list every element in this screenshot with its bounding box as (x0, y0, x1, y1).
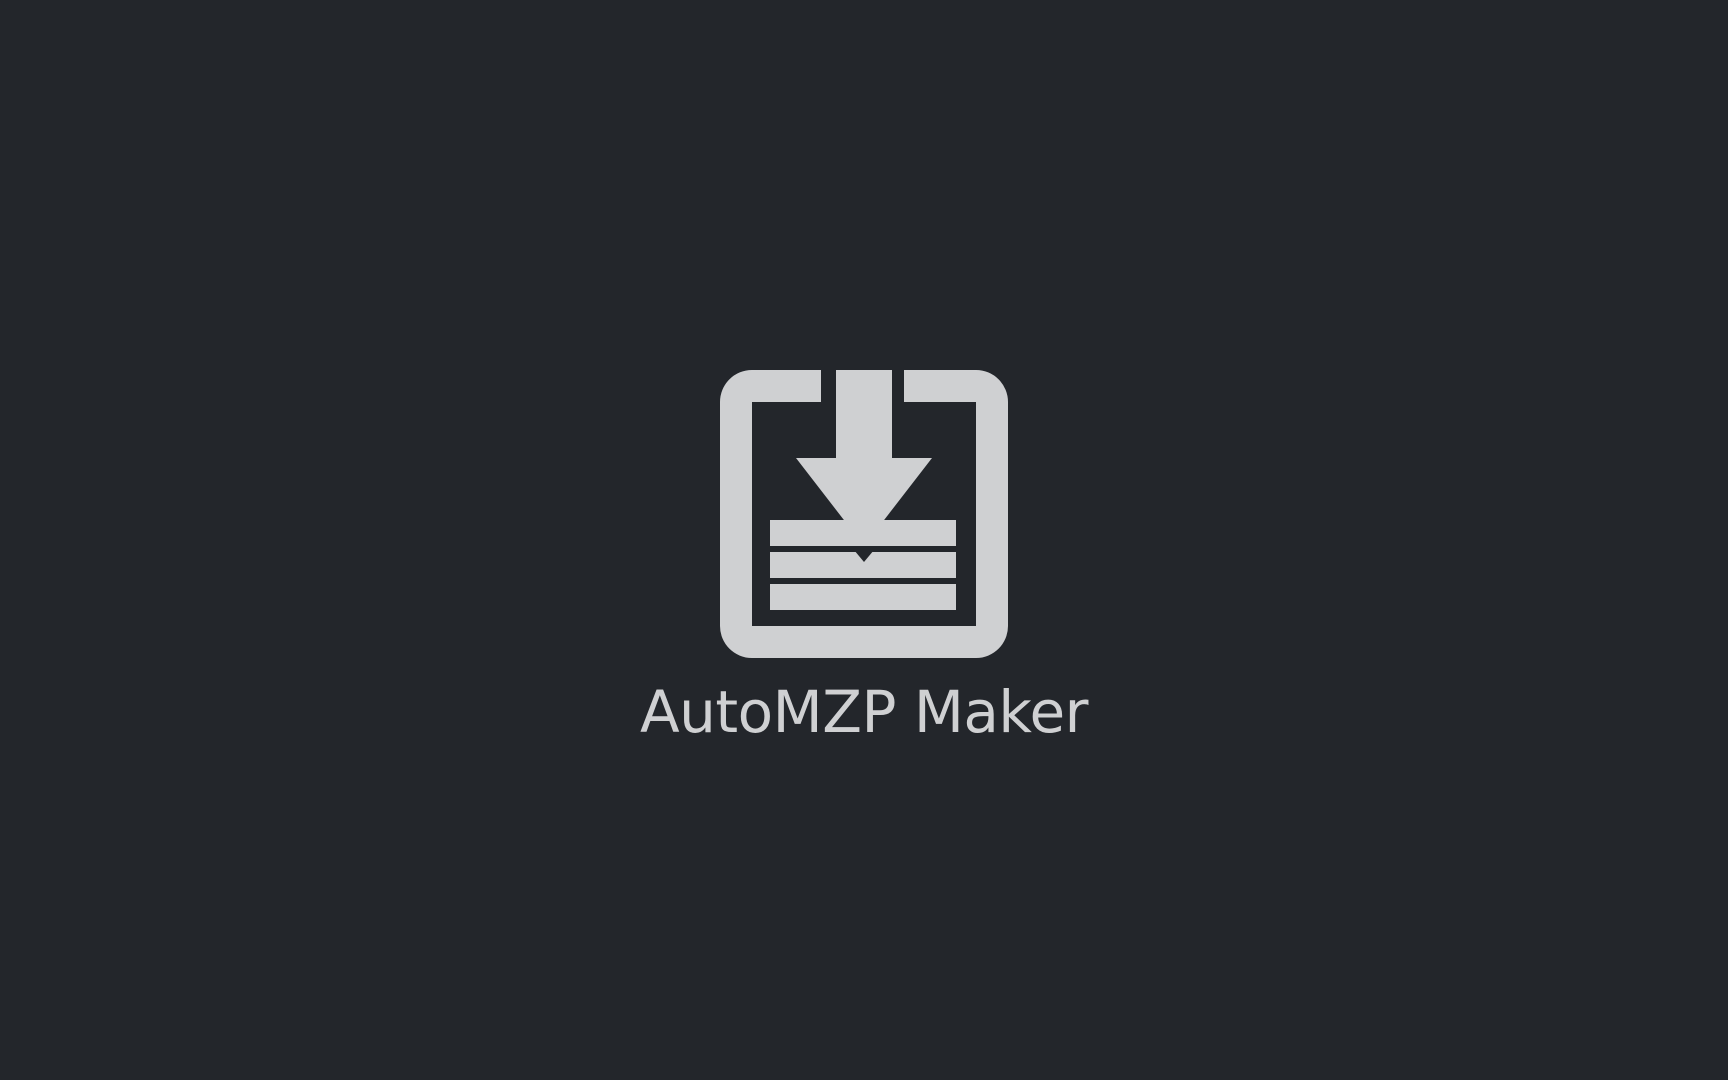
splash-screen: AutoMZP Maker (0, 0, 1728, 1080)
tray-download-icon (720, 370, 1008, 658)
app-title: AutoMZP Maker (640, 678, 1088, 746)
